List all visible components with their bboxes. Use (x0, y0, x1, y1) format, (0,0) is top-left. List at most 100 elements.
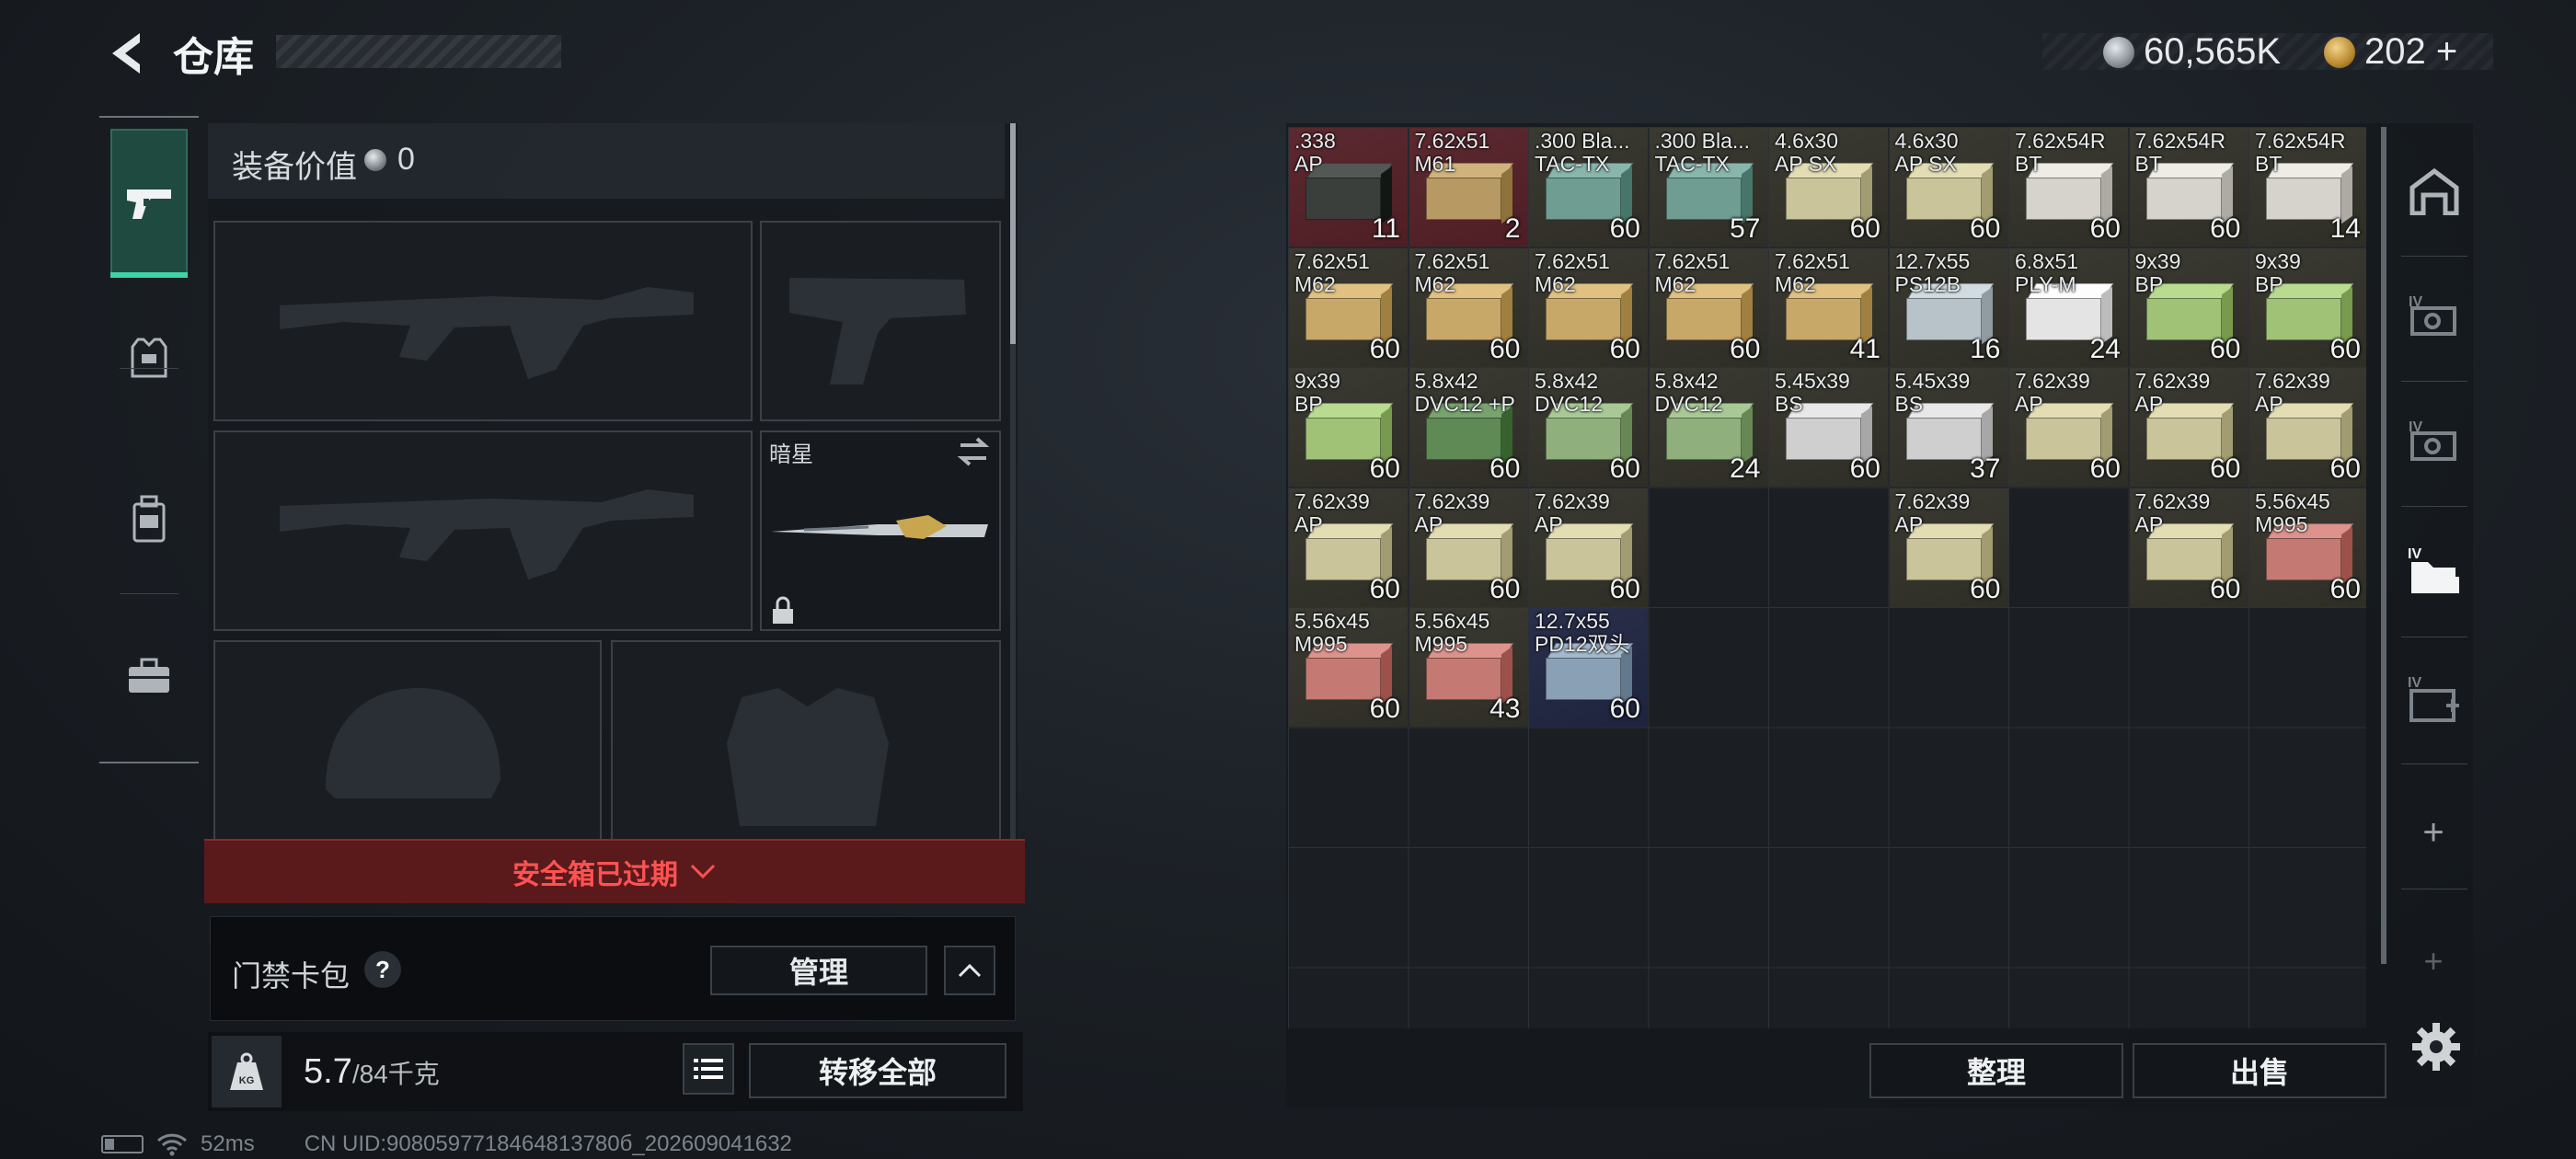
rail-separator (2401, 763, 2467, 764)
item-name: 7.62x39 AP (1294, 488, 1370, 536)
stash-item[interactable]: 7.62x39 AP 60 (2009, 368, 2128, 487)
item-count: 60 (2089, 213, 2121, 244)
stash-item[interactable]: 5.8x42 DVC12 24 (1649, 368, 1768, 487)
equipment-scroll-thumb[interactable] (1010, 123, 1016, 344)
chevron-up-icon (958, 963, 982, 978)
stash-item[interactable]: 7.62x39 AP 60 (1889, 488, 2008, 607)
back-arrow-icon[interactable] (101, 26, 156, 81)
stash-item[interactable]: .300 Bla... TAC-TX 57 (1649, 128, 1768, 247)
stash-item[interactable]: 5.8x42 DVC12 60 (1529, 368, 1648, 487)
body-armor-slot[interactable] (611, 640, 1001, 843)
stash-item[interactable]: 7.62x39 AP 60 (1409, 488, 1528, 607)
silver-coin-icon (364, 149, 386, 171)
stash-item[interactable]: 7.62x54R BT 60 (2129, 128, 2248, 247)
gear-icon[interactable] (2410, 1021, 2462, 1073)
item-count: 60 (1849, 453, 1880, 484)
item-name: 7.62x54R BT (2134, 129, 2225, 176)
stash-item[interactable]: 7.62x54R BT 14 (2249, 128, 2366, 247)
stash-item[interactable]: 12.7x55 PD12双头 60 (1529, 608, 1648, 727)
help-icon[interactable]: ? (364, 951, 401, 988)
item-count: 24 (2089, 333, 2121, 364)
stash-item[interactable]: 7.62x51 M62 41 (1769, 247, 1888, 367)
stash-item[interactable]: 7.62x39 AP 60 (1529, 488, 1648, 607)
item-name: 7.62x39 AP (1894, 488, 1971, 536)
primary-weapon-slot-2[interactable] (213, 430, 753, 631)
primary-weapon-slot-1[interactable] (213, 221, 753, 421)
stash-item[interactable]: 5.45x39 BS 60 (1769, 368, 1888, 487)
armor-placeholder-icon (727, 688, 889, 826)
item-name: 6.8x51 PLY-M (2015, 248, 2079, 296)
stash-item[interactable]: 4.6x30 AP SX 60 (1889, 128, 2008, 247)
collapse-button[interactable] (944, 946, 995, 995)
stash-item[interactable]: 5.56x45 M995 60 (2249, 488, 2366, 607)
stash-tab-4[interactable]: IV (2398, 644, 2471, 754)
item-name: 7.62x54R BT (2255, 129, 2346, 176)
stash-tab-3-active[interactable]: IV (2398, 515, 2471, 625)
stash-item[interactable]: 7.62x51 M62 60 (1649, 247, 1768, 367)
item-name: 5.8x42 DVC12 +P (1414, 369, 1515, 416)
stash-tab-2[interactable]: IV (2398, 386, 2471, 497)
category-backpack-tab[interactable] (110, 446, 188, 593)
list-view-button[interactable] (683, 1043, 734, 1095)
stash-item[interactable]: 9x39 BP 60 (2249, 247, 2366, 367)
stash-item[interactable]: 5.56x45 M995 43 (1409, 608, 1528, 727)
rail-separator (2401, 381, 2467, 382)
stash-item[interactable]: 7.62x51 M62 60 (1409, 247, 1528, 367)
item-count: 60 (1369, 453, 1400, 484)
stash-item[interactable]: 7.62x54R BT 60 (2009, 128, 2128, 247)
stash-item[interactable]: 12.7x55 PS12B 16 (1889, 247, 2008, 367)
add-currency-icon[interactable]: + (2436, 31, 2457, 72)
item-count: 60 (1970, 213, 2001, 244)
stash-item[interactable]: 6.8x51 PLY-M 24 (2009, 247, 2128, 367)
add-stash-icon[interactable]: + (2410, 809, 2456, 855)
item-name: 7.62x51 M62 (1654, 248, 1731, 296)
safe-box-expired-banner[interactable]: 安全箱已过期 (204, 839, 1025, 903)
page-title: 仓库 (173, 35, 254, 80)
stash-item[interactable]: 7.62x39 AP 60 (2129, 368, 2248, 487)
active-tab-indicator (110, 272, 188, 278)
item-count: 60 (2210, 453, 2241, 484)
stash-tab-safehouse[interactable] (2398, 136, 2471, 247)
item-count: 16 (1970, 333, 2001, 364)
item-count: 60 (1369, 694, 1400, 724)
stash-item[interactable]: 5.8x42 DVC12 +P 60 (1409, 368, 1528, 487)
item-count: 37 (1970, 453, 2001, 484)
item-name: 7.62x39 AP (2134, 369, 2211, 416)
stash-item[interactable]: 7.62x39 AP 60 (1289, 488, 1408, 607)
currency-gold-amount[interactable]: 202 + (2364, 31, 2457, 73)
stash-item[interactable]: 7.62x39 AP 60 (2249, 368, 2366, 487)
stash-tab-1[interactable]: IV (2398, 261, 2471, 372)
transfer-all-button[interactable]: 转移全部 (749, 1043, 1006, 1098)
category-armor-tab[interactable] (110, 285, 188, 432)
sidearm-slot[interactable] (760, 221, 1001, 421)
stash-item[interactable]: 7.62x51 M62 60 (1529, 247, 1648, 367)
manage-button[interactable]: 管理 (710, 946, 927, 995)
stash-item[interactable]: .300 Bla... TAC-TX 60 (1529, 128, 1648, 247)
stash-scroll-thumb[interactable] (2381, 127, 2386, 964)
item-name: 7.62x51 M62 (1294, 248, 1370, 296)
stash-item[interactable]: 7.62x51 M62 60 (1289, 247, 1408, 367)
stash-item[interactable]: 5.45x39 BS 37 (1889, 368, 2008, 487)
stash-item[interactable]: 7.62x51 M61 2 (1409, 128, 1528, 247)
item-name: 7.62x39 AP (1414, 488, 1490, 536)
carry-weight-value: 5.7 (304, 1052, 352, 1091)
stash-item[interactable]: 9x39 BP 60 (2129, 247, 2248, 367)
item-count: 60 (1609, 573, 1640, 604)
item-count: 60 (1489, 333, 1521, 364)
category-case-tab[interactable] (110, 602, 188, 750)
category-weapons-tab[interactable] (110, 129, 188, 276)
helmet-slot[interactable] (213, 640, 602, 843)
sort-button[interactable]: 整理 (1869, 1043, 2123, 1098)
stash-item[interactable]: 4.6x30 AP SX 60 (1769, 128, 1888, 247)
item-count: 60 (2329, 333, 2361, 364)
svg-text:IV: IV (2408, 546, 2421, 562)
item-count: 60 (1609, 453, 1640, 484)
sell-button[interactable]: 出售 (2133, 1043, 2386, 1098)
rifle-placeholder-icon (280, 287, 694, 379)
stash-item[interactable]: 7.62x39 AP 60 (2129, 488, 2248, 607)
stash-item[interactable]: 5.56x45 M995 60 (1289, 608, 1408, 727)
item-count: 43 (1489, 694, 1521, 724)
stash-item[interactable]: 9x39 BP 60 (1289, 368, 1408, 487)
stash-item[interactable]: .338 AP 11 (1289, 128, 1408, 247)
swap-icon[interactable] (957, 436, 990, 467)
